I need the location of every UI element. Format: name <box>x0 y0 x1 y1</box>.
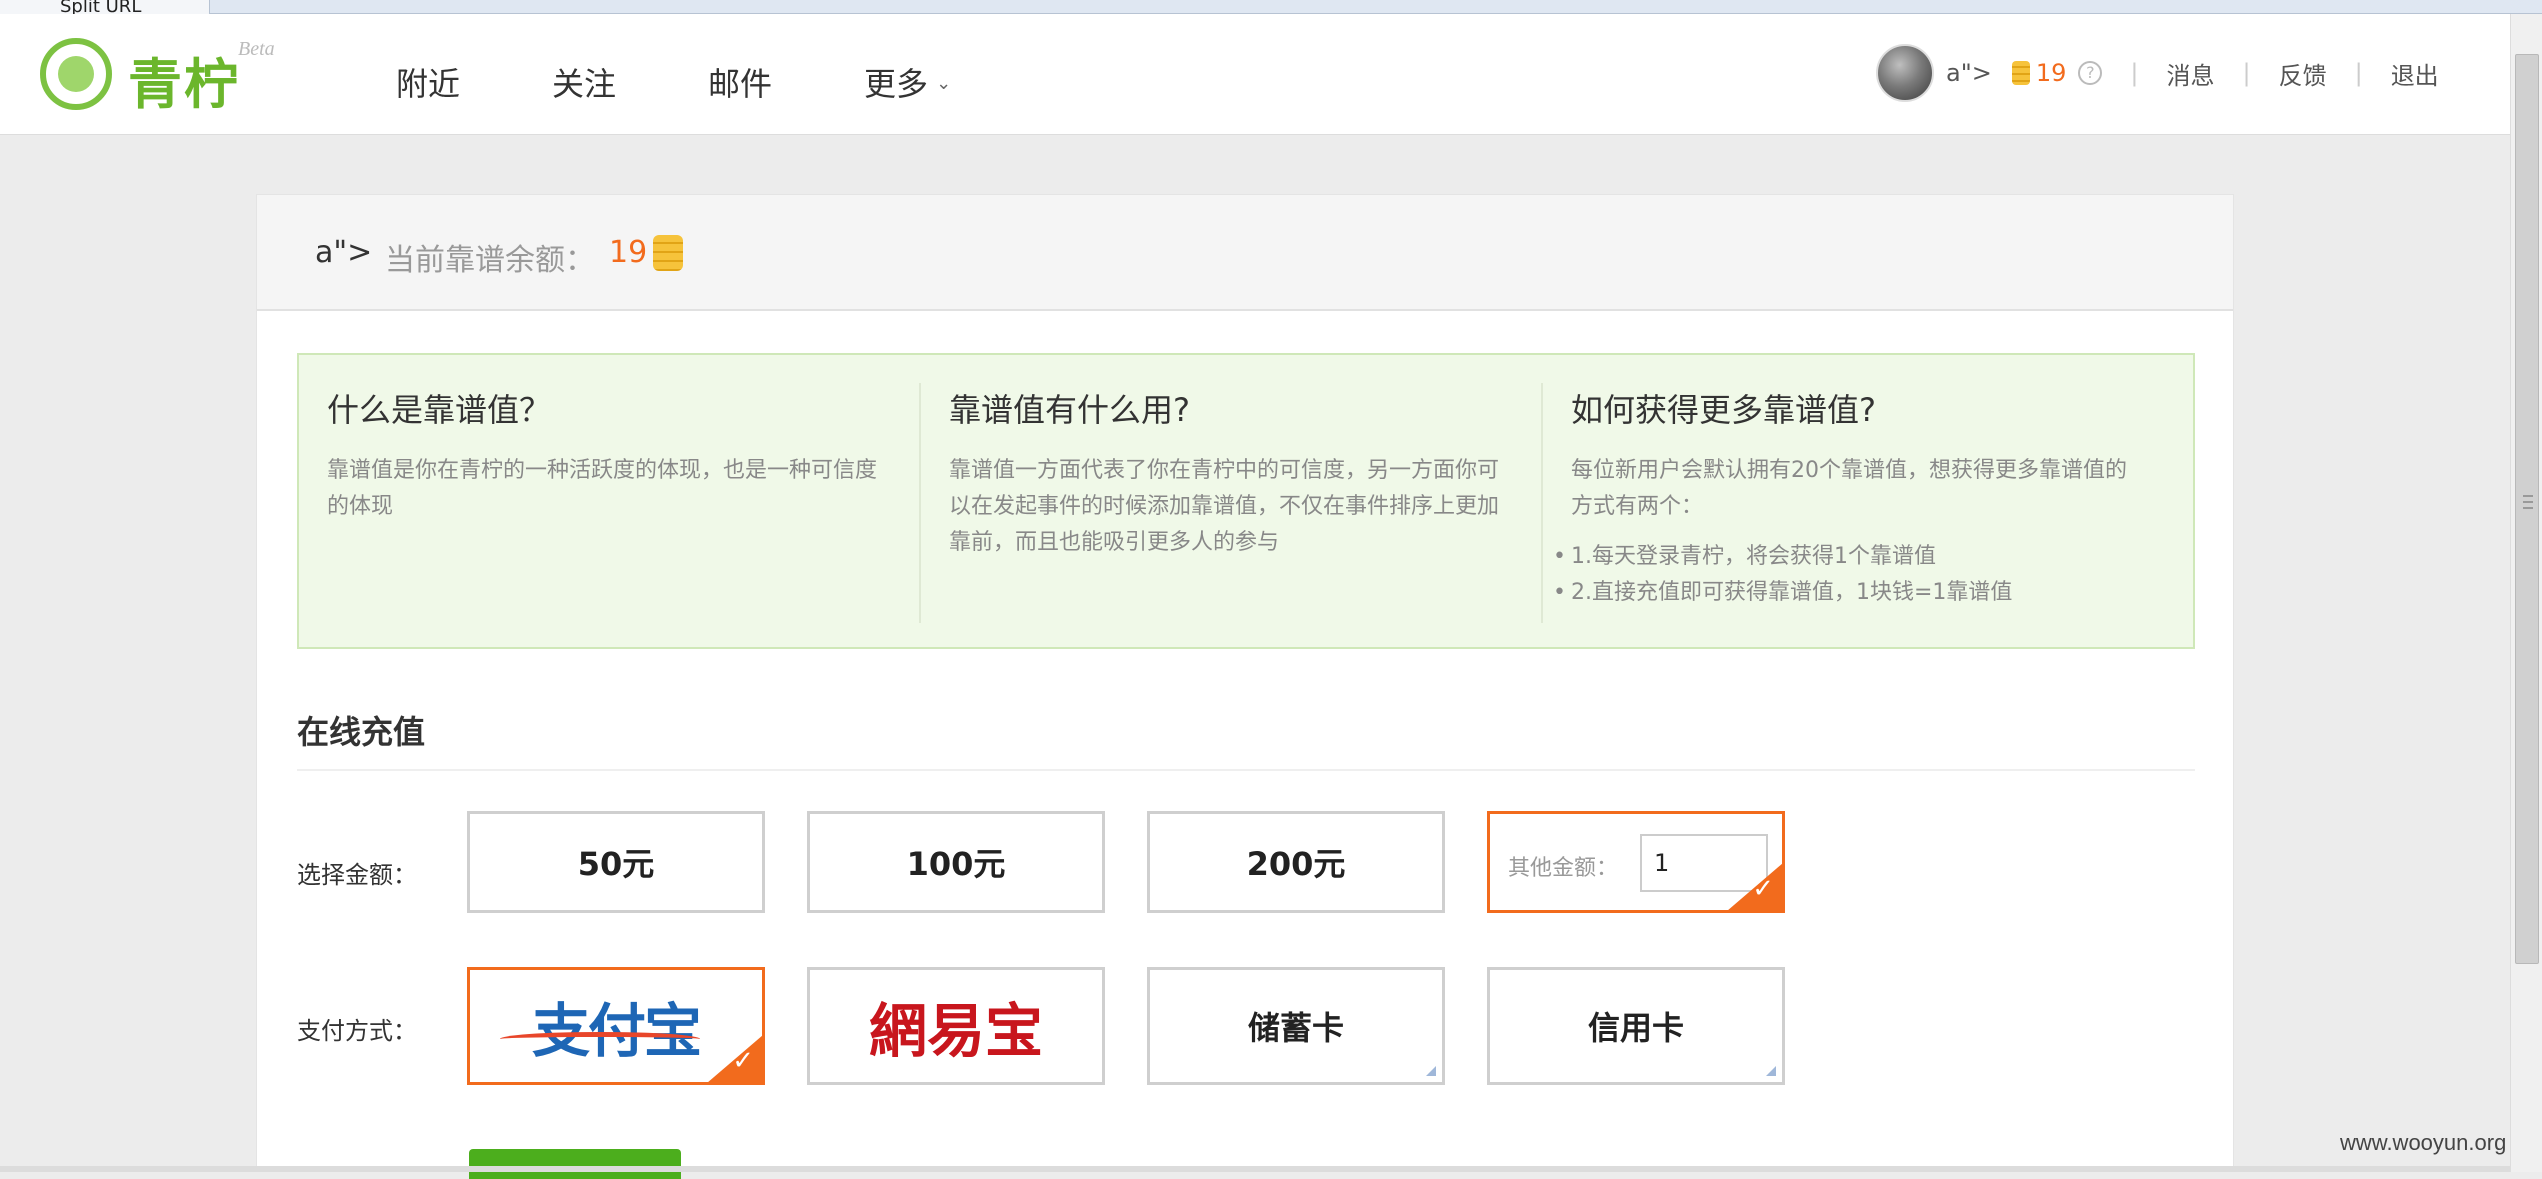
browser-tab-strip: Split URL <box>0 0 2542 14</box>
messages-link[interactable]: 消息 <box>2167 56 2215 91</box>
check-icon: ✓ <box>732 1046 754 1076</box>
recharge-card: a"> 当前靠谱余额： 19 什么是靠谱值？ 靠谱值是你在青柠的一种活跃度的体现… <box>256 194 2234 1179</box>
corner-triangle-icon <box>1426 1066 1436 1076</box>
help-icon[interactable]: ? <box>2078 61 2103 85</box>
amount-label: 选择金额： <box>297 861 417 889</box>
nav-item-nearby[interactable]: 附近 <box>396 54 460 114</box>
amount-text: 50元 <box>577 845 655 883</box>
payment-option-netease[interactable]: 網易宝 <box>807 967 1105 1085</box>
nav-item-mail[interactable]: 邮件 <box>708 54 772 114</box>
netease-pay-logo: 網易宝 <box>868 997 1043 1065</box>
corner-triangle-icon <box>1766 1066 1776 1076</box>
payment-option-alipay[interactable]: 支付宝 ✓ <box>467 967 765 1085</box>
coin-icon <box>2011 61 2030 85</box>
info-title: 什么是靠谱值？ <box>327 391 552 429</box>
section-title: 在线充值 <box>297 713 426 751</box>
list-item: 2.直接充值即可获得靠谱值，1块钱=1靠谱值 <box>1553 575 2131 611</box>
feedback-link[interactable]: 反馈 <box>2279 56 2327 91</box>
list-item: 1.每天登录青柠，将会获得1个靠谱值 <box>1553 539 2131 575</box>
nav-item-follow[interactable]: 关注 <box>552 54 616 114</box>
watermark: www.wooyun.org <box>2340 1130 2507 1155</box>
logout-link[interactable]: 退出 <box>2391 56 2439 91</box>
avatar[interactable] <box>1876 44 1934 102</box>
beta-badge: Beta <box>238 38 275 60</box>
grip-icon <box>2523 495 2533 509</box>
info-usage: 靠谱值有什么用? 靠谱值一方面代表了你在青柠中的可信度，另一方面你可以在发起事件… <box>949 385 1509 625</box>
separator: | <box>2354 59 2363 87</box>
payment-text: 信用卡 <box>1587 1009 1684 1047</box>
info-panel: 什么是靠谱值？ 靠谱值是你在青柠的一种活跃度的体现，也是一种可信度的体现 靠谱值… <box>297 353 2195 649</box>
amount-text: 100元 <box>906 845 1006 883</box>
site-logo[interactable]: 青柠 Beta <box>40 34 280 116</box>
coin-count: 19 <box>2035 59 2067 87</box>
payment-label: 支付方式： <box>297 1017 417 1045</box>
amount-text: 200元 <box>1246 845 1346 883</box>
lime-logo-icon <box>40 38 112 110</box>
info-how-to-get: 如何获得更多靠谱值? 每位新用户会默认拥有20个靠谱值，想获得更多靠谱值的方式有… <box>1553 385 2131 625</box>
check-icon: ✓ <box>1752 874 1774 904</box>
alipay-logo: 支付宝 <box>531 997 702 1065</box>
amount-option-50[interactable]: 50元 <box>467 811 765 913</box>
amount-option-other[interactable]: 其他金额： ✓ <box>1487 811 1785 913</box>
info-title: 靠谱值有什么用? <box>949 391 1190 429</box>
coin-stack-icon <box>653 235 683 271</box>
user-name[interactable]: a"> <box>1946 59 1992 87</box>
nav-item-more[interactable]: 更多 ⌄ <box>864 54 951 114</box>
separator: | <box>2130 59 2139 87</box>
balance-value: 19 <box>609 235 648 270</box>
vertical-scrollbar[interactable] <box>2510 14 2542 1172</box>
logo-text: 青柠 <box>128 53 240 116</box>
column-divider <box>1541 383 1543 623</box>
amount-option-100[interactable]: 100元 <box>807 811 1105 913</box>
column-divider <box>919 383 921 623</box>
info-what-is: 什么是靠谱值？ 靠谱值是你在青柠的一种活跃度的体现，也是一种可信度的体现 <box>327 385 887 625</box>
divider <box>297 769 2195 771</box>
user-area: a"> 19 ? | 消息 | 反馈 | 退出 <box>1876 40 2439 106</box>
payment-option-debit[interactable]: 储蓄卡 <box>1147 967 1445 1085</box>
payment-option-credit[interactable]: 信用卡 <box>1487 967 1785 1085</box>
balance-header: a"> 当前靠谱余额： 19 <box>257 195 2233 311</box>
bottom-strip <box>0 1166 2510 1172</box>
amount-option-200[interactable]: 200元 <box>1147 811 1445 913</box>
info-body: 靠谱值是你在青柠的一种活跃度的体现，也是一种可信度的体现 <box>327 458 878 519</box>
separator: | <box>2242 59 2251 87</box>
info-list: 1.每天登录青柠，将会获得1个靠谱值 2.直接充值即可获得靠谱值，1块钱=1靠谱… <box>1553 539 2131 611</box>
submit-button[interactable] <box>469 1149 681 1179</box>
info-title: 如何获得更多靠谱值? <box>1571 391 1876 429</box>
balance-label: 当前靠谱余额： <box>385 243 595 278</box>
chevron-down-icon: ⌄ <box>936 73 952 94</box>
site-header: 青柠 Beta 附近 关注 邮件 更多 ⌄ a"> 19 ? | 消息 | 反馈… <box>0 14 2510 135</box>
info-body: 靠谱值一方面代表了你在青柠中的可信度，另一方面你可以在发起事件的时候添加靠谱值，… <box>949 458 1500 555</box>
info-body: 每位新用户会默认拥有20个靠谱值，想获得更多靠谱值的方式有两个： <box>1571 458 2127 519</box>
alipay-swoosh-icon <box>500 1032 700 1046</box>
payment-text: 储蓄卡 <box>1247 1009 1344 1047</box>
browser-tab[interactable]: Split URL <box>0 0 210 14</box>
scrollbar-thumb[interactable] <box>2515 54 2539 964</box>
balance-user-name: a"> <box>315 235 373 270</box>
main-nav: 附近 关注 邮件 更多 ⌄ <box>396 54 1043 114</box>
other-amount-label: 其他金额： <box>1508 856 1619 881</box>
